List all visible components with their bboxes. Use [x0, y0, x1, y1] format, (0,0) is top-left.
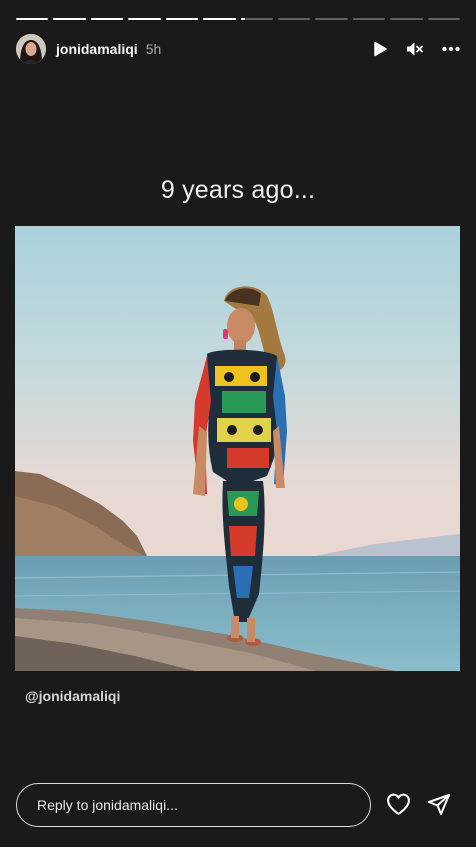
- reply-input[interactable]: [37, 797, 370, 813]
- progress-segment-fill: [90, 18, 124, 20]
- story-headline: 9 years ago...: [160, 176, 316, 204]
- send-icon[interactable]: [427, 792, 451, 821]
- progress-segment-fill: [53, 18, 86, 20]
- progress-segment: [352, 18, 386, 20]
- progress-segment: [427, 18, 461, 20]
- heart-icon[interactable]: [386, 792, 411, 821]
- username[interactable]: jonidamaliqi: [56, 41, 138, 57]
- speaker-muted-icon[interactable]: [406, 41, 424, 57]
- avatar[interactable]: [16, 34, 46, 64]
- progress-segment: [165, 18, 199, 20]
- reply-field[interactable]: [16, 783, 371, 827]
- progress-segment-fill: [203, 18, 236, 20]
- progress-segment-fill: [16, 18, 49, 20]
- photo-credit[interactable]: @jonidamaliqi: [25, 688, 120, 704]
- progress-segment: [53, 18, 86, 20]
- progress-segment: [128, 18, 161, 20]
- story-progress-bar: [16, 18, 461, 21]
- more-horizontal-icon[interactable]: [442, 46, 460, 52]
- progress-segment: [90, 18, 124, 20]
- progress-segment: [390, 18, 423, 20]
- story-photo: [15, 226, 460, 671]
- progress-segment-fill: [128, 18, 161, 20]
- progress-segment-fill: [165, 18, 199, 20]
- progress-segment: [315, 18, 348, 20]
- progress-segment: [16, 18, 49, 20]
- progress-segment: [203, 18, 236, 20]
- play-icon[interactable]: [372, 41, 388, 57]
- story-header: jonidamaliqi 5h: [16, 33, 460, 65]
- post-time: 5h: [145, 41, 162, 57]
- progress-segment: [240, 18, 273, 20]
- progress-segment: [277, 18, 311, 20]
- progress-segment-fill: [240, 18, 246, 20]
